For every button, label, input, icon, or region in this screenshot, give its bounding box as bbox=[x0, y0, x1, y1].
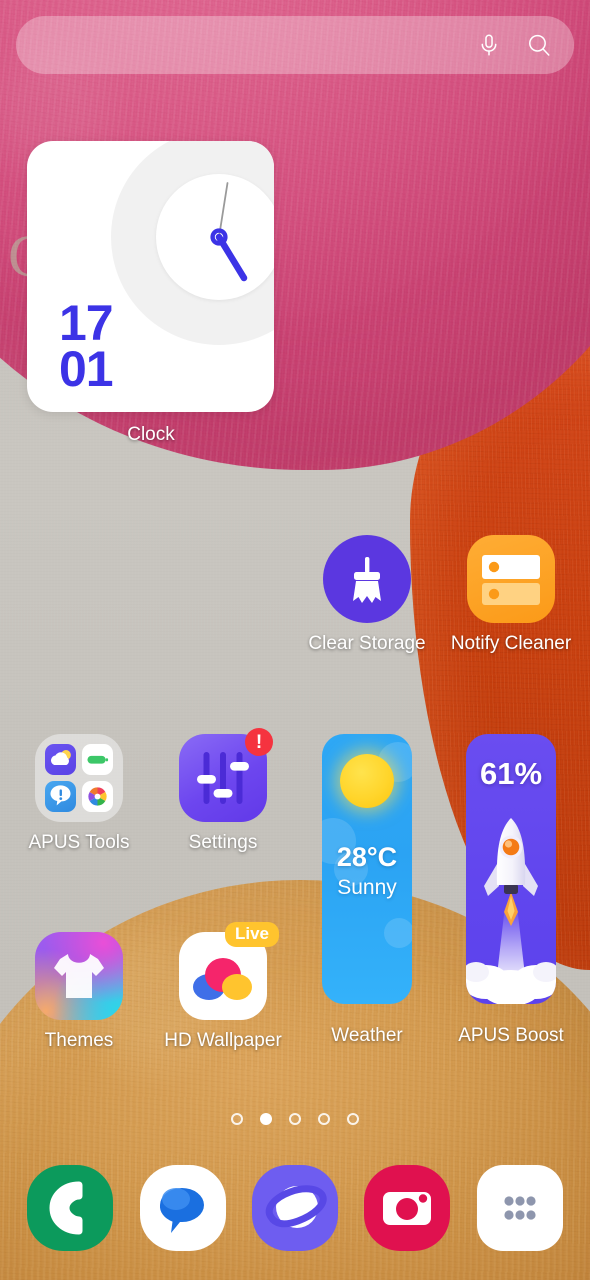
cloud-sun-glyph bbox=[50, 750, 71, 765]
page-dot[interactable] bbox=[231, 1113, 243, 1125]
clock-widget[interactable]: 17 01 bbox=[27, 141, 274, 412]
sun-icon bbox=[340, 754, 394, 808]
clock-widget-label-cell: Clock bbox=[91, 414, 211, 446]
hd-wallpaper-label: HD Wallpaper bbox=[164, 1030, 282, 1051]
message-bubble-icon[interactable] bbox=[139, 1165, 226, 1251]
home-screen: C 17 01 bbox=[0, 0, 590, 1280]
folder-mini-battery-icon bbox=[82, 744, 113, 775]
broom-glyph bbox=[353, 557, 381, 603]
broom-icon[interactable] bbox=[323, 535, 411, 623]
apus-boost-label: APUS Boost bbox=[458, 1025, 564, 1046]
app-hd-wallpaper[interactable]: Live HD Wallpaper bbox=[163, 922, 283, 1052]
folder-mini-weather-icon bbox=[45, 744, 76, 775]
weather-widget-label: Weather bbox=[331, 1025, 403, 1046]
dock-item-messages[interactable] bbox=[139, 1165, 226, 1251]
weather-widget-label-cell: Weather bbox=[307, 1015, 427, 1047]
notify-cleaner-icon-box[interactable] bbox=[467, 535, 555, 623]
rocket-icon bbox=[466, 818, 556, 1004]
notification-cards-icon[interactable] bbox=[467, 535, 555, 623]
folder-apus-tools[interactable]: APUS Tools bbox=[19, 734, 139, 854]
dock-item-phone[interactable] bbox=[27, 1165, 114, 1251]
settings-badge: ! bbox=[245, 728, 273, 756]
camera-glyph bbox=[383, 1192, 432, 1225]
color-wheel-glyph bbox=[88, 787, 107, 806]
search-input[interactable] bbox=[40, 16, 476, 74]
planet-icon[interactable] bbox=[251, 1165, 338, 1251]
clock-face bbox=[156, 174, 274, 300]
tshirt-icon[interactable] bbox=[35, 932, 123, 1020]
microphone-icon[interactable] bbox=[476, 32, 502, 58]
notify-cleaner-label: Notify Cleaner bbox=[450, 633, 572, 654]
alert-bubble-glyph bbox=[50, 785, 71, 806]
phone-glyph bbox=[49, 1181, 83, 1235]
clear-storage-label: Clear Storage bbox=[308, 633, 426, 654]
dock-item-camera[interactable] bbox=[364, 1165, 451, 1251]
settings-label: Settings bbox=[188, 832, 258, 853]
dock bbox=[0, 1165, 590, 1251]
planet-glyph bbox=[265, 1185, 327, 1228]
apus-boost-label-cell: APUS Boost bbox=[451, 1015, 571, 1047]
weather-condition: Sunny bbox=[337, 876, 397, 899]
themes-icon-box[interactable] bbox=[35, 932, 123, 1020]
page-dot-active[interactable] bbox=[260, 1113, 272, 1125]
themes-label: Themes bbox=[44, 1030, 114, 1051]
tshirt-glyph bbox=[54, 954, 104, 998]
notification-cards-glyph bbox=[482, 555, 540, 605]
weather-temperature: 28°C bbox=[336, 842, 398, 872]
clear-storage-icon-box[interactable] bbox=[323, 535, 411, 623]
grid-dots-icon[interactable] bbox=[476, 1165, 563, 1251]
settings-icon-box[interactable]: ! bbox=[179, 728, 273, 822]
clock-hour: 17 bbox=[59, 295, 114, 351]
page-dot[interactable] bbox=[318, 1113, 330, 1125]
page-indicator[interactable] bbox=[0, 1113, 590, 1125]
app-themes[interactable]: Themes bbox=[19, 932, 139, 1052]
search-bar[interactable] bbox=[16, 16, 574, 74]
page-dot[interactable] bbox=[289, 1113, 301, 1125]
folder-mini-alert-icon bbox=[45, 781, 76, 812]
clock-minute: 01 bbox=[59, 341, 114, 397]
camera-icon[interactable] bbox=[364, 1165, 451, 1251]
clock-digits: 17 01 bbox=[59, 295, 114, 397]
apus-tools-icon-box[interactable] bbox=[35, 734, 123, 822]
page-dot[interactable] bbox=[347, 1113, 359, 1125]
dock-item-internet[interactable] bbox=[251, 1165, 338, 1251]
folder-icon[interactable] bbox=[35, 734, 123, 822]
grid-dots-glyph bbox=[504, 1196, 536, 1220]
clock-hands bbox=[210, 182, 248, 282]
app-settings[interactable]: ! Settings bbox=[163, 728, 283, 854]
app-clear-storage[interactable]: Clear Storage bbox=[307, 535, 427, 655]
message-bubble-glyph bbox=[159, 1188, 204, 1233]
battery-glyph bbox=[87, 755, 109, 764]
folder-mini-colorwheel-icon bbox=[82, 781, 113, 812]
search-icon[interactable] bbox=[526, 32, 552, 58]
weather-widget[interactable]: 28°C Sunny bbox=[322, 734, 412, 1004]
hd-wallpaper-icon-box[interactable]: Live bbox=[179, 922, 279, 1020]
apus-tools-label: APUS Tools bbox=[28, 832, 130, 853]
weather-bubble bbox=[384, 918, 412, 948]
hd-wallpaper-live-badge: Live bbox=[224, 922, 279, 947]
app-notify-cleaner[interactable]: Notify Cleaner bbox=[451, 535, 571, 655]
clock-widget-label: Clock bbox=[127, 424, 175, 445]
phone-icon[interactable] bbox=[27, 1165, 114, 1251]
apus-boost-widget[interactable]: 61% bbox=[466, 734, 556, 1004]
dock-item-app-drawer[interactable] bbox=[476, 1165, 563, 1251]
